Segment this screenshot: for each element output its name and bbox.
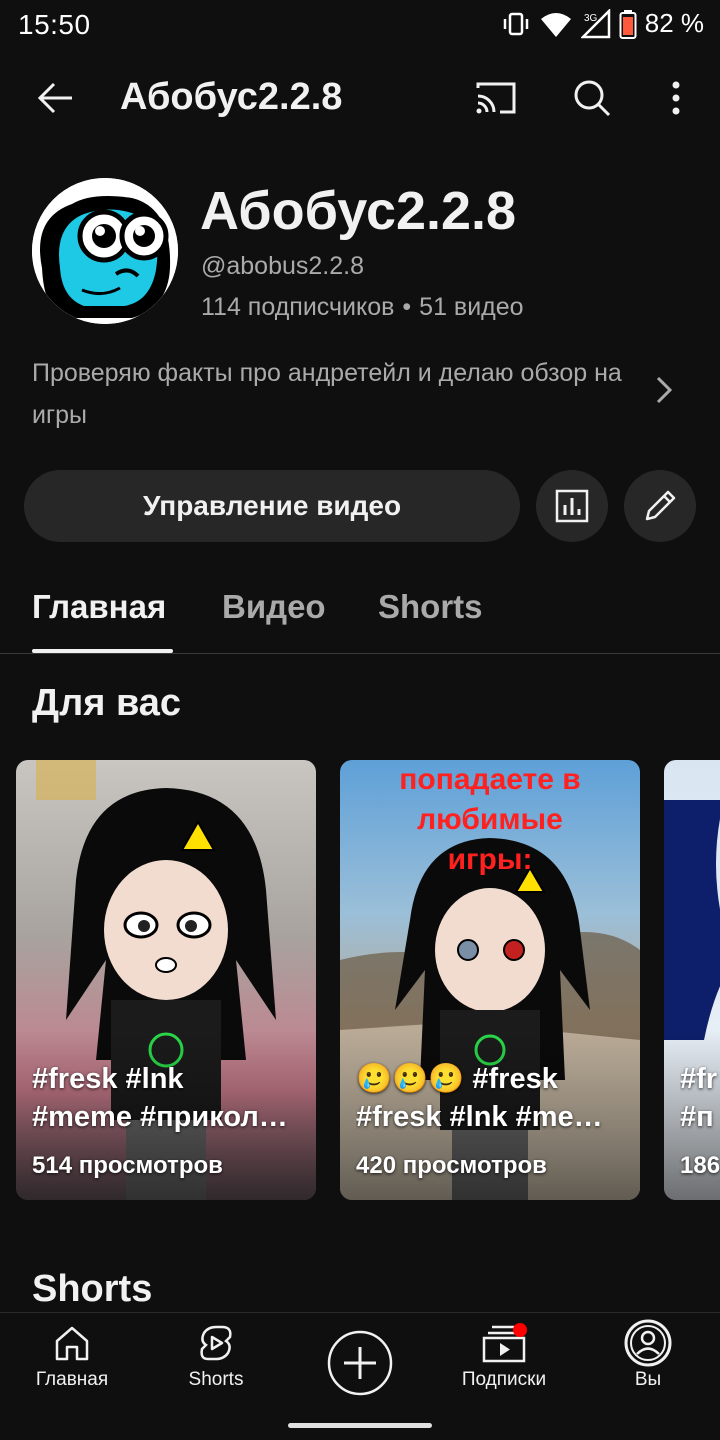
vibrate-icon [503,12,528,35]
home-icon [55,1326,89,1361]
search-icon [574,80,611,117]
edit-channel-button[interactable] [624,470,696,542]
nav-create-button[interactable] [295,1323,425,1413]
nav-you[interactable]: Вы [583,1319,713,1413]
short-card[interactable]: #fr #п 186 [664,760,720,1200]
manage-videos-button[interactable]: Управление видео [24,470,520,542]
status-icons: 3G 82 % [501,8,704,39]
short-view-count: 514 просмотров [32,1152,223,1179]
app-bar-title: Абобус2.2.8 [120,76,343,118]
avatar-image [32,178,178,324]
channel-tabs: Главная Видео Shorts [0,578,720,654]
account-icon [624,1319,672,1367]
chevron-right-icon [656,376,673,404]
more-options-button[interactable] [646,70,706,126]
short-title-line: #fresk #lnk #me… [356,1101,603,1133]
nav-home[interactable]: Главная [7,1323,137,1413]
channel-description[interactable]: Проверяю факты про андретейл и делаю обз… [32,352,622,436]
channel-stats: 114 подписчиков • 51 видео [201,293,524,322]
section-title-shorts: Shorts [32,1268,153,1310]
channel-avatar[interactable] [32,178,178,324]
bottom-navigation: Главная Shorts Подписки Вы [0,1312,720,1440]
svg-text:3G: 3G [584,13,598,24]
back-arrow-icon [37,82,72,114]
more-vert-icon [672,81,680,115]
short-title: #fresk #lnk #meme #прикол… [32,1060,302,1136]
edit-pencil-icon [645,490,676,521]
nav-label: Подписки [461,1369,547,1390]
short-title-line: 🥲🥲🥲 #fresk [356,1063,558,1095]
status-time: 15:50 [18,9,91,40]
short-title-line: #п [680,1101,714,1133]
subscriber-count: 114 подписчиков [201,293,395,321]
short-title-line: #fr [680,1063,718,1095]
short-overlay-text: попадаете в любимые игры: [340,760,640,880]
active-tab-indicator [32,649,173,653]
short-title-line: #fresk #lnk [32,1063,184,1095]
wifi-icon [540,12,571,37]
nav-label: Вы [634,1369,662,1390]
shorts-icon [200,1325,232,1361]
status-bar: 15:50 3G 82 % [0,0,720,52]
description-expand-button[interactable] [640,366,688,414]
overlay-line: игры: [447,843,533,876]
analytics-icon [555,489,589,523]
overlay-line: попадаете в [399,763,581,796]
nav-label: Shorts [188,1369,244,1390]
short-card[interactable]: попадаете в любимые игры: 🥲🥲🥲 #fresk #fr… [340,760,640,1200]
signal-icon: 3G [580,8,610,38]
cast-icon [476,82,516,114]
tab-shorts[interactable]: Shorts [378,588,483,626]
short-title: #fr #п [680,1060,720,1136]
app-bar: Абобус2.2.8 [0,58,720,138]
search-button[interactable] [562,70,622,126]
battery-percent: 82 % [644,8,704,38]
back-button[interactable] [26,70,86,126]
overlay-line: любимые [417,803,563,836]
short-card[interactable]: #fresk #lnk #meme #прикол… 514 просмотро… [16,760,316,1200]
nav-shorts[interactable]: Shorts [151,1323,281,1413]
cast-button[interactable] [466,70,526,126]
channel-name: Абобус2.2.8 [200,181,517,241]
for-you-carousel[interactable]: #fresk #lnk #meme #прикол… 514 просмотро… [0,760,720,1200]
create-plus-icon [327,1330,393,1396]
nav-label: Главная [35,1369,109,1390]
battery-icon [619,9,637,39]
notification-dot [513,1323,527,1337]
gesture-home-indicator[interactable] [288,1423,432,1428]
short-view-count: 186 [680,1152,720,1179]
channel-handle: @abobus2.2.8 [201,252,365,280]
video-count: 51 видео [419,293,524,321]
analytics-button[interactable] [536,470,608,542]
tab-videos[interactable]: Видео [222,588,326,626]
short-title: 🥲🥲🥲 #fresk #fresk #lnk #me… [356,1060,626,1136]
stats-separator: • [402,293,412,321]
section-title-for-you: Для вас [32,682,182,724]
tab-home[interactable]: Главная [32,588,166,626]
short-view-count: 420 просмотров [356,1152,547,1179]
nav-subscriptions[interactable]: Подписки [439,1323,569,1413]
short-title-line: #meme #прикол… [32,1101,288,1133]
